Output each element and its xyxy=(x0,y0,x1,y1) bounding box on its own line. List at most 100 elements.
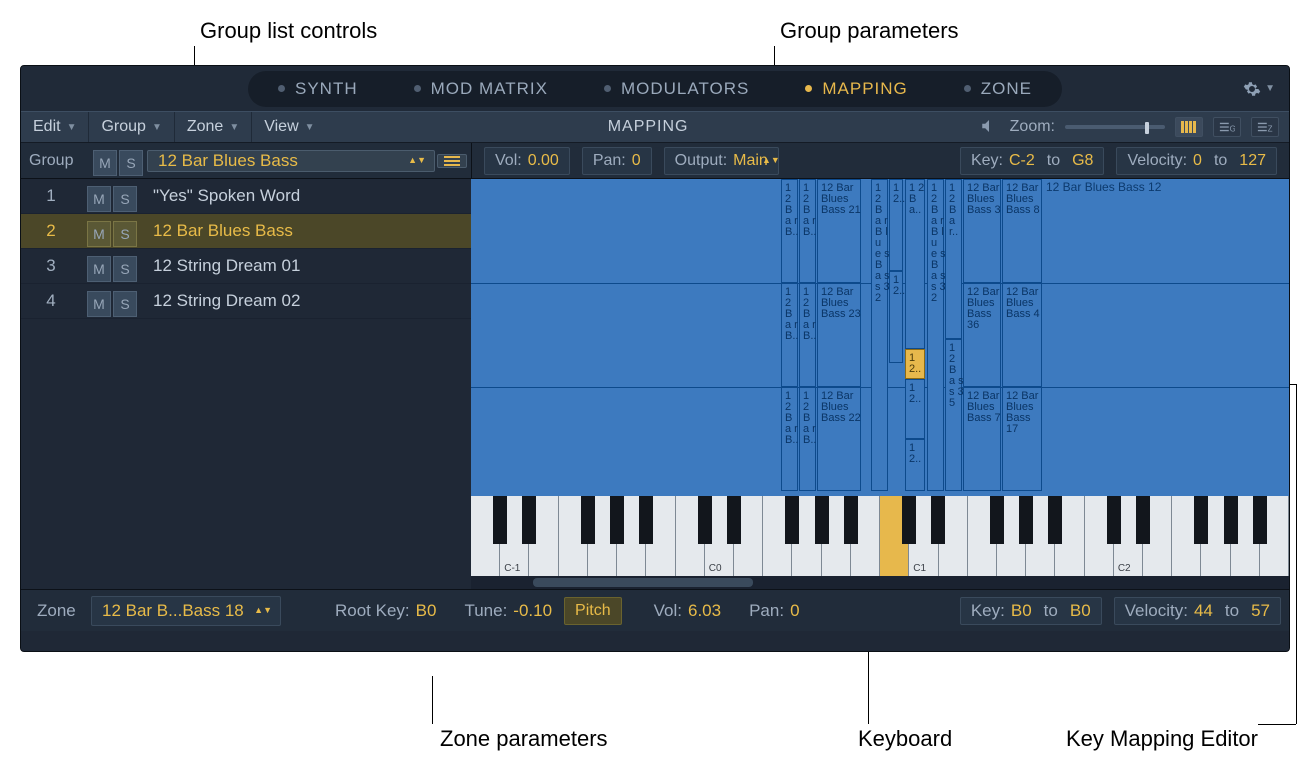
zone-display-area[interactable]: 1 2 B a r B.. 1 2 B a r B.. 12 Bar Blues… xyxy=(471,179,1289,496)
zone-tune-param[interactable]: Tune:-0.10 xyxy=(464,601,552,621)
piano-black-key[interactable] xyxy=(639,496,653,544)
piano-black-key[interactable] xyxy=(522,496,536,544)
tab-mapping[interactable]: MAPPING xyxy=(777,73,935,105)
tab-zone[interactable]: ZONE xyxy=(936,73,1060,105)
piano-black-key[interactable] xyxy=(844,496,858,544)
callout-line xyxy=(1296,384,1297,724)
zone-footer-label: Zone xyxy=(29,601,79,621)
menu-group[interactable]: Group▼ xyxy=(89,112,174,142)
selected-zone[interactable]: 1 2.. xyxy=(905,349,925,379)
group-name: 12 String Dream 01 xyxy=(143,256,300,276)
piano-black-key[interactable] xyxy=(581,496,595,544)
group-selector-dropdown[interactable]: 12 Bar Blues Bass ▲▼ xyxy=(147,150,435,172)
sampler-window: SYNTH MOD MATRIX MODULATORS MAPPING ZONE… xyxy=(20,65,1290,652)
audition-icon[interactable] xyxy=(980,117,1000,137)
zone-parameters-row: Zone 12 Bar B...Bass 18 ▲▼ Root Key:B0 T… xyxy=(21,589,1289,631)
group-header-row: Group M S 12 Bar Blues Bass ▲▼ Vol:0.00 … xyxy=(21,143,1289,179)
piano-black-key[interactable] xyxy=(990,496,1004,544)
group-solo-button[interactable]: S xyxy=(119,150,143,176)
piano-black-key[interactable] xyxy=(1136,496,1150,544)
key-mapping-editor[interactable]: 1 2 B a r B.. 1 2 B a r B.. 12 Bar Blues… xyxy=(471,179,1289,589)
mapping-split: 1MS"Yes" Spoken Word2MS12 Bar Blues Bass… xyxy=(21,179,1289,589)
group-header-label: Group xyxy=(21,152,91,170)
menu-label: Edit xyxy=(33,118,61,136)
piano-black-key[interactable] xyxy=(931,496,945,544)
row-mute-button[interactable]: M xyxy=(87,256,111,282)
group-list-row[interactable]: 1MS"Yes" Spoken Word xyxy=(21,179,471,214)
svg-text:G: G xyxy=(1230,124,1235,133)
group-selector-value: 12 Bar Blues Bass xyxy=(158,151,298,171)
piano-black-key[interactable] xyxy=(785,496,799,544)
piano-black-key[interactable] xyxy=(815,496,829,544)
group-mute-button[interactable]: M xyxy=(93,150,117,176)
group-name: 12 Bar Blues Bass xyxy=(143,221,293,241)
tab-mod-matrix[interactable]: MOD MATRIX xyxy=(386,73,576,105)
mapping-toolbar: Edit▼ Group▼ Zone▼ View▼ MAPPING Zoom: G… xyxy=(21,111,1289,143)
piano-black-key[interactable] xyxy=(902,496,916,544)
piano-black-key[interactable] xyxy=(727,496,741,544)
group-list-panel: 1MS"Yes" Spoken Word2MS12 Bar Blues Bass… xyxy=(21,179,471,589)
menu-edit[interactable]: Edit▼ xyxy=(21,112,89,142)
zone-root-key-param[interactable]: Root Key:B0 xyxy=(335,601,436,621)
menu-zone[interactable]: Zone▼ xyxy=(175,112,252,142)
piano-black-key[interactable] xyxy=(1107,496,1121,544)
tab-label: ZONE xyxy=(981,79,1032,99)
group-name: 12 String Dream 02 xyxy=(143,291,300,311)
zone-pan-param[interactable]: Pan:0 xyxy=(749,601,799,621)
keyboard-scrollbar[interactable] xyxy=(471,576,1289,589)
piano-black-key[interactable] xyxy=(1253,496,1267,544)
callout-line xyxy=(1258,724,1296,725)
view-mode-group-list-icon[interactable]: G xyxy=(1213,117,1241,137)
zoom-slider[interactable] xyxy=(1065,125,1165,129)
menu-view[interactable]: View▼ xyxy=(252,112,326,142)
zone-key-range-param[interactable]: Key:B0toB0 xyxy=(960,597,1102,625)
group-list-row[interactable]: 3MS12 String Dream 01 xyxy=(21,249,471,284)
piano-black-key[interactable] xyxy=(610,496,624,544)
view-mode-mapping-icon[interactable] xyxy=(1175,117,1203,137)
menu-label: Group xyxy=(101,118,145,136)
row-mute-button[interactable]: M xyxy=(87,291,111,317)
group-key-range-param[interactable]: Key:C-2toG8 xyxy=(960,147,1104,175)
piano-black-key[interactable] xyxy=(698,496,712,544)
menu-label: Zone xyxy=(187,118,223,136)
zoom-label: Zoom: xyxy=(1010,118,1055,136)
zone-velocity-range-param[interactable]: Velocity:44to57 xyxy=(1114,597,1281,625)
section-tabs: SYNTH MOD MATRIX MODULATORS MAPPING ZONE xyxy=(248,71,1062,107)
callout-keyboard: Keyboard xyxy=(858,726,952,752)
piano-black-key[interactable] xyxy=(493,496,507,544)
row-mute-button[interactable]: M xyxy=(87,221,111,247)
piano-black-key[interactable] xyxy=(1019,496,1033,544)
callout-key-mapping-editor: Key Mapping Editor xyxy=(1066,726,1258,752)
tab-label: MOD MATRIX xyxy=(431,79,548,99)
zone-name-value: 12 Bar B...Bass 18 xyxy=(102,601,244,621)
group-output-param[interactable]: Output:Main▲▼ xyxy=(664,147,779,175)
row-solo-button[interactable]: S xyxy=(113,221,137,247)
group-list-row[interactable]: 2MS12 Bar Blues Bass xyxy=(21,214,471,249)
tab-modulators[interactable]: MODULATORS xyxy=(576,73,777,105)
zone-selector-dropdown[interactable]: 12 Bar B...Bass 18 ▲▼ xyxy=(91,596,281,626)
view-mode-zone-list-icon[interactable]: Z xyxy=(1251,117,1279,137)
row-mute-button[interactable]: M xyxy=(87,186,111,212)
row-solo-button[interactable]: S xyxy=(113,291,137,317)
settings-menu-button[interactable]: ▼ xyxy=(1243,80,1275,98)
piano-black-key[interactable] xyxy=(1048,496,1062,544)
zone-pitch-toggle[interactable]: Pitch xyxy=(564,597,622,625)
group-list-toggle-icon[interactable] xyxy=(437,154,467,168)
group-name: "Yes" Spoken Word xyxy=(143,186,300,206)
menu-label: View xyxy=(264,118,298,136)
tab-synth[interactable]: SYNTH xyxy=(250,73,386,105)
group-velocity-range-param[interactable]: Velocity:0to127 xyxy=(1116,147,1277,175)
zone-vol-param[interactable]: Vol:6.03 xyxy=(654,601,721,621)
tab-label: SYNTH xyxy=(295,79,358,99)
callout-group-params: Group parameters xyxy=(780,18,959,44)
piano-black-key[interactable] xyxy=(1194,496,1208,544)
keyboard[interactable]: C-1C0C1C2 xyxy=(471,496,1289,576)
row-solo-button[interactable]: S xyxy=(113,186,137,212)
piano-black-key[interactable] xyxy=(1224,496,1238,544)
group-pan-param[interactable]: Pan:0 xyxy=(582,147,652,175)
row-solo-button[interactable]: S xyxy=(113,256,137,282)
group-list-row[interactable]: 4MS12 String Dream 02 xyxy=(21,284,471,319)
group-vol-param[interactable]: Vol:0.00 xyxy=(484,147,570,175)
toolbar-title: MAPPING xyxy=(327,112,970,142)
section-tabbar: SYNTH MOD MATRIX MODULATORS MAPPING ZONE… xyxy=(21,66,1289,111)
